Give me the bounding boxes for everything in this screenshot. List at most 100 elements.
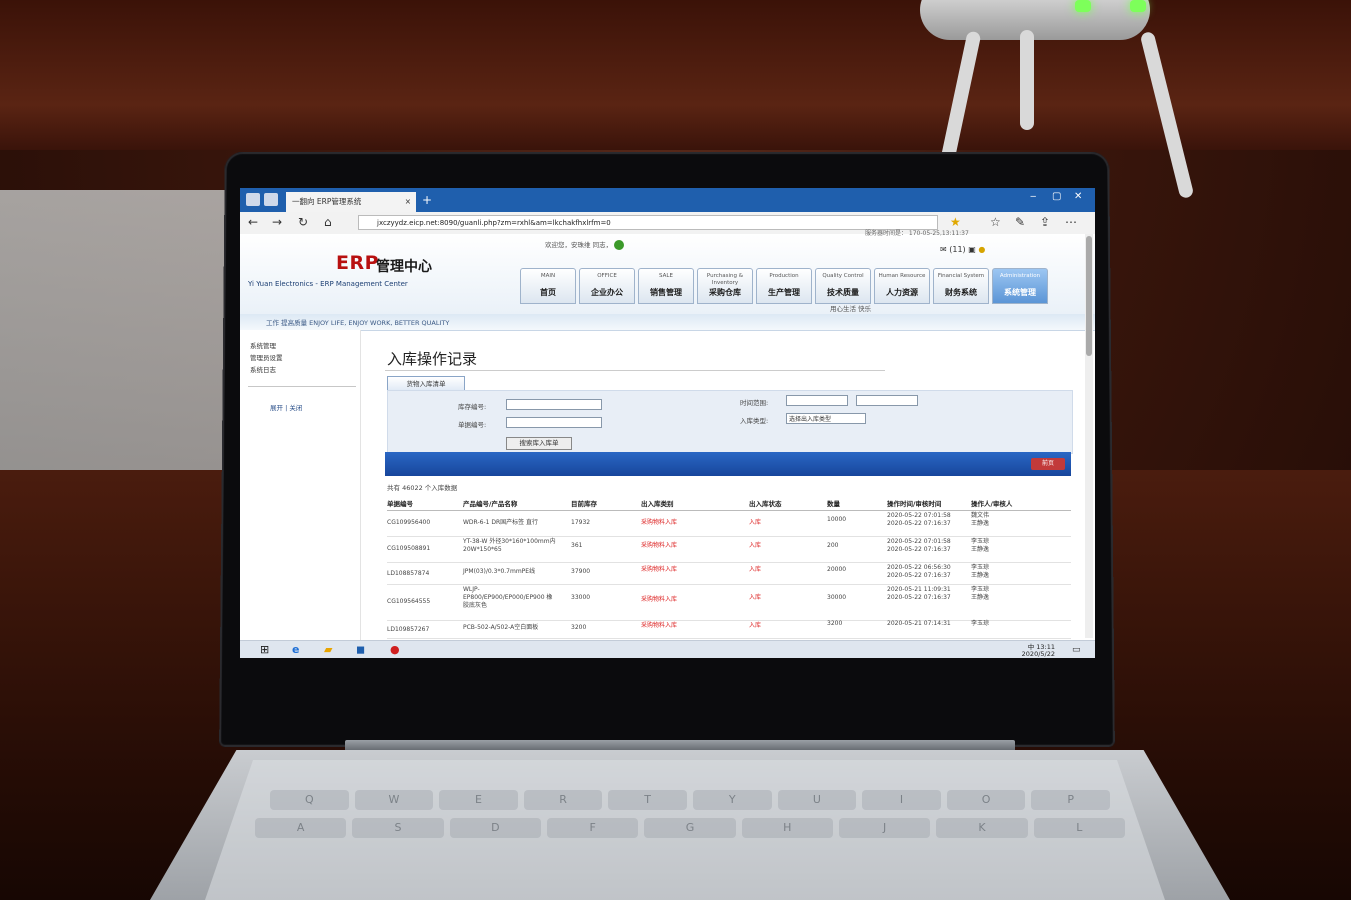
table-row[interactable]: CG109508891 YT-38-W 外径30*160*100mm内 20W*… xyxy=(387,536,1071,563)
menu-sale[interactable]: SALE 销售管理 xyxy=(638,268,694,304)
back-icon[interactable]: ← xyxy=(248,215,258,229)
sidebar: 系统管理 管理员设置 系统日志 展开 | 关闭 xyxy=(240,330,361,640)
motto-text: 工作 提高质量 ENJOY LIFE, ENJOY WORK, BETTER Q… xyxy=(266,317,449,327)
time-range-label: 时间范围: xyxy=(740,397,768,407)
tab-title: 一翻向 ERP管理系统 xyxy=(292,197,361,206)
table-header: 单据编号 产品编号/产品名称 目前库存 出入库类别 出入库状态 数量 操作时间/… xyxy=(387,496,1071,511)
doc-no-label: 单据编号: xyxy=(458,419,486,429)
browser-tab-bar: 一翻向 ERP管理系统 × + ‒ ▢ ✕ xyxy=(240,188,1095,212)
doc-no-input[interactable] xyxy=(506,417,602,428)
save-icon[interactable]: ▣ xyxy=(968,245,976,254)
in-type-label: 入库类型: xyxy=(740,415,768,425)
greeting: 欢迎您，安珠维 同志， xyxy=(545,239,624,250)
menu-hr[interactable]: Human Resource 人力资源 xyxy=(874,268,930,304)
sidebar-item-admin-settings[interactable]: 管理员设置 xyxy=(250,352,283,362)
sidebar-root[interactable]: 系统管理 xyxy=(250,340,276,350)
sidebar-tools: 展开 | 关闭 xyxy=(270,402,302,412)
message-count: (11) xyxy=(949,245,965,254)
motto-bar: 工作 提高质量 ENJOY LIFE, ENJOY WORK, BETTER Q… xyxy=(240,314,1095,331)
page-title: 入库操作记录 xyxy=(387,348,477,369)
pen-icon[interactable]: ✎ xyxy=(1015,215,1025,229)
server-clock: 服务器时间是： 170-05-25,13:11:37 xyxy=(865,228,969,237)
edge-browser-icon[interactable]: e xyxy=(292,644,299,656)
tab-actions-icon[interactable] xyxy=(246,193,260,206)
clock-date[interactable]: 2020/5/22 xyxy=(1022,650,1055,658)
company-name: Yi Yuan Electronics - ERP Management Cen… xyxy=(248,280,408,288)
menu-finance[interactable]: Financial System 财务系统 xyxy=(933,268,989,304)
start-date-input[interactable] xyxy=(786,395,848,406)
new-tab-icon[interactable]: + xyxy=(422,192,432,208)
file-explorer-icon[interactable]: ▰ xyxy=(324,644,332,656)
user-icon xyxy=(614,240,624,250)
greeting-text: 欢迎您，安珠维 同志， xyxy=(545,241,612,249)
menu-office[interactable]: OFFICE 企业办公 xyxy=(579,268,635,304)
erp-header: ERP 管理中心 Yi Yuan Electronics - ERP Manag… xyxy=(240,234,1095,314)
laptop-screen: 一翻向 ERP管理系统 × + ‒ ▢ ✕ ← → ↻ ⌂ jxczyydz.e… xyxy=(240,188,1095,658)
col-stock: 目前库存 xyxy=(571,498,597,508)
forward-icon[interactable]: → xyxy=(272,215,282,229)
home-icon[interactable]: ⌂ xyxy=(324,215,332,229)
warehouse-no-label: 库存编号: xyxy=(458,401,486,411)
search-button[interactable]: 搜索库入库单 xyxy=(506,437,572,450)
col-qty: 数量 xyxy=(827,498,840,508)
col-category: 出入库类别 xyxy=(641,498,674,508)
header-icon-row: ✉ (11) ▣ ● xyxy=(940,245,985,254)
main-menu: MAIN 首页 OFFICE 企业办公 SALE 销售管理 Purchasing & … xyxy=(520,268,1048,304)
share-icon[interactable]: ⇪ xyxy=(1040,215,1050,229)
table-row[interactable]: CG109564555 WLJP- EP800/EP900/EP000/EP90… xyxy=(387,584,1071,621)
results-toolbar: 前页 xyxy=(385,452,1071,476)
slogan-text: 用心生活 快乐 xyxy=(830,303,871,313)
tab-preview-icon[interactable] xyxy=(264,193,278,206)
menu-purchasing[interactable]: Purchasing & Inventory 采购仓库 xyxy=(697,268,753,304)
collapse-all-link[interactable]: 关闭 xyxy=(289,404,302,412)
menu-quality[interactable]: Quality Control 技术质量 xyxy=(815,268,871,304)
scrollbar-thumb[interactable] xyxy=(1086,236,1092,356)
record-count: 共有 46022 个入库数据 xyxy=(387,482,457,492)
col-time: 操作时间/审核时间 xyxy=(887,498,941,508)
browser-tab[interactable]: 一翻向 ERP管理系统 × xyxy=(286,192,416,212)
col-product: 产品编号/产品名称 xyxy=(463,498,517,508)
menu-main[interactable]: MAIN 首页 xyxy=(520,268,576,304)
windows-taskbar: ⊞ e ▰ ◼ ● 中 13:11 2020/5/22 ▭ xyxy=(240,640,1095,658)
close-tab-icon[interactable]: × xyxy=(405,192,411,212)
menu-admin[interactable]: Administration 系统管理 xyxy=(992,268,1048,304)
keyboard-row: ASDFGHJKL xyxy=(255,818,1125,838)
col-status: 出入库状态 xyxy=(749,498,782,508)
warehouse-no-input[interactable] xyxy=(506,399,602,410)
title-divider xyxy=(385,370,885,371)
page-scrollbar[interactable] xyxy=(1085,234,1093,638)
menu-production[interactable]: Production 生产管理 xyxy=(756,268,812,304)
tip-icon[interactable]: ● xyxy=(978,245,985,254)
keyboard-row: QWERTYUIOP xyxy=(270,790,1110,810)
expand-all-link[interactable]: 展开 xyxy=(270,404,283,412)
favorite-star-icon[interactable]: ★ xyxy=(950,215,961,229)
sidebar-divider xyxy=(248,386,356,387)
col-user: 操作人/审核人 xyxy=(971,498,1012,508)
table-row[interactable]: LD109857267 PCB-502-A/502-A空白面板 3200 采购物… xyxy=(387,620,1071,639)
minimize-icon[interactable]: ‒ xyxy=(1030,191,1036,202)
message-icon[interactable]: ✉ xyxy=(940,245,947,254)
notification-icon[interactable]: ▭ xyxy=(1072,644,1081,656)
app-icon[interactable]: ● xyxy=(390,644,400,656)
search-panel: 库存编号: 单据编号: 搜索库入库单 时间范围: 入库类型: 选择出入库类型 xyxy=(387,390,1073,454)
main-content: 入库操作记录 货物入库清单 库存编号: 单据编号: 搜索库入库单 时间范围: 入… xyxy=(385,330,1085,640)
prev-page-button[interactable]: 前页 xyxy=(1031,458,1065,470)
table-row[interactable]: LD108857874 JPM(03)/0.3*0.7mmPE线 37900 采… xyxy=(387,562,1071,585)
logo-erp: ERP xyxy=(336,252,379,274)
url-field[interactable]: jxczyydz.eicp.net:8090/guanli.php?zm=rxh… xyxy=(358,215,938,230)
favorites-icon[interactable]: ☆ xyxy=(990,215,1001,229)
table-row[interactable]: CG109956400 WDR-6-1 DR国产标签 直行 17932 采购物料… xyxy=(387,510,1071,537)
more-icon[interactable]: ⋯ xyxy=(1065,215,1077,229)
col-doc-no: 单据编号 xyxy=(387,498,413,508)
system-tray: 中 13:11 2020/5/22 xyxy=(1022,644,1055,657)
refresh-icon[interactable]: ↻ xyxy=(298,215,308,229)
sidebar-item-system-log[interactable]: 系统日志 xyxy=(250,364,276,374)
in-type-select[interactable]: 选择出入库类型 xyxy=(786,413,866,424)
mail-app-icon[interactable]: ◼ xyxy=(356,644,365,656)
start-icon[interactable]: ⊞ xyxy=(260,644,269,656)
background-window xyxy=(0,190,230,480)
end-date-input[interactable] xyxy=(856,395,918,406)
close-window-icon[interactable]: ✕ xyxy=(1074,191,1082,202)
logo-title: 管理中心 xyxy=(376,256,432,276)
maximize-icon[interactable]: ▢ xyxy=(1052,191,1061,202)
